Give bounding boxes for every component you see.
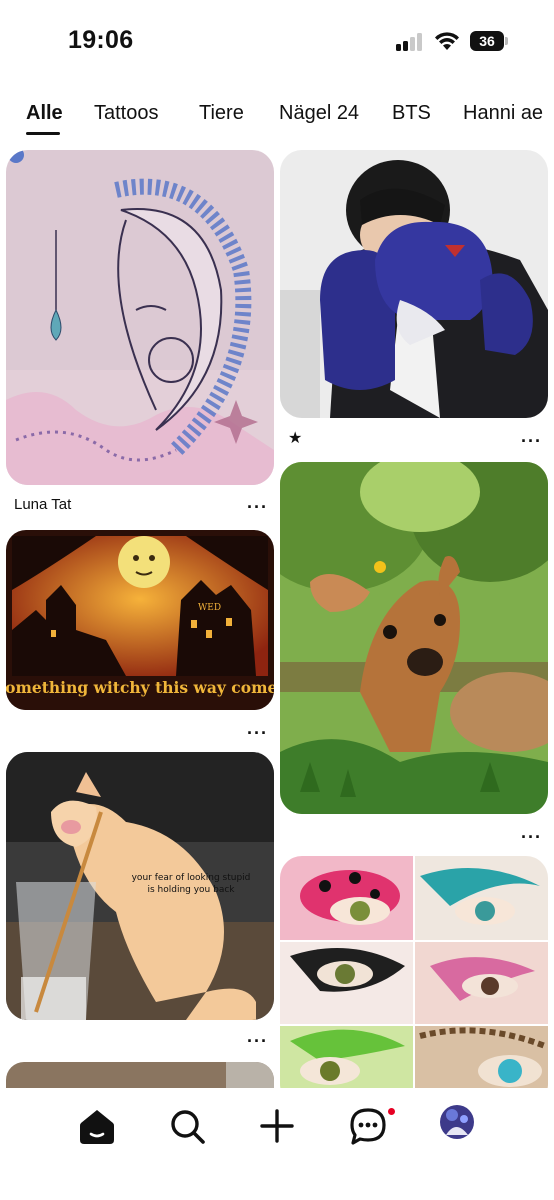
notification-badge <box>386 1106 397 1117</box>
search-tab[interactable] <box>165 1104 209 1148</box>
pin-kitten-quote[interactable]: your fear of looking stupid is holding y… <box>6 752 274 1020</box>
status-time: 19:06 <box>68 26 134 54</box>
home-tab[interactable] <box>75 1104 119 1148</box>
pin-feed[interactable]: Luna Tat ··· ★ ··· WED Something witchy … <box>0 150 554 1088</box>
profile-avatar[interactable] <box>440 1105 474 1139</box>
battery-level: 36 <box>470 31 504 51</box>
avatar <box>440 1105 474 1139</box>
more-options-button[interactable]: ··· <box>521 828 542 846</box>
moon-tattoo-image <box>6 150 274 485</box>
create-tab[interactable] <box>255 1104 299 1148</box>
witchy-poster-image: WED Something witchy this way comes <box>6 530 274 710</box>
eye-makeup-collage-image <box>280 856 548 1088</box>
category-tabs: Alle Tattoos Tiere Nägel 24 BTS Hanni ae <box>0 96 554 140</box>
tab-bts[interactable]: BTS <box>392 102 431 125</box>
plus-icon <box>260 1109 294 1143</box>
active-tab-indicator <box>26 132 60 135</box>
pin-moon-tattoo[interactable] <box>6 150 274 485</box>
tab-tattoos[interactable]: Tattoos <box>94 102 158 125</box>
more-options-button[interactable]: ··· <box>247 1032 268 1050</box>
pin-caption: Luna Tat <box>14 496 72 513</box>
wifi-icon <box>434 30 460 52</box>
more-options-button[interactable]: ··· <box>521 432 542 450</box>
witchy-poster-text: Something witchy this way comes <box>6 678 274 697</box>
star-icon: ★ <box>288 430 303 447</box>
pin-something-witchy[interactable]: WED Something witchy this way comes <box>6 530 274 710</box>
pin-boxing-gloves[interactable] <box>280 150 548 418</box>
home-icon <box>80 1110 114 1144</box>
pin-fawn[interactable] <box>280 462 548 814</box>
messages-tab[interactable] <box>346 1104 390 1148</box>
chat-icon <box>350 1108 386 1145</box>
bottom-navigation <box>0 1088 554 1200</box>
boxing-gloves-image <box>280 150 548 418</box>
pin-eye-makeup[interactable] <box>280 856 548 1088</box>
more-options-button[interactable]: ··· <box>247 724 268 742</box>
tab-alle[interactable]: Alle <box>26 102 63 125</box>
kitten-quote-line1: your fear of looking stupid <box>132 873 251 883</box>
battery-icon: 36 <box>470 31 508 51</box>
partial-pin-image <box>6 1062 274 1088</box>
tab-hanni-ae[interactable]: Hanni ae <box>463 102 543 125</box>
tab-naegel-24[interactable]: Nägel 24 <box>279 102 359 125</box>
witchy-sign-text: WED <box>198 603 221 613</box>
status-bar: 19:06 36 <box>0 0 554 84</box>
more-options-button[interactable]: ··· <box>247 498 268 516</box>
fawn-image <box>280 462 548 814</box>
search-icon <box>171 1110 205 1144</box>
kitten-image: your fear of looking stupid is holding y… <box>6 752 274 1020</box>
tab-tiere[interactable]: Tiere <box>199 102 244 125</box>
kitten-quote-line2: is holding you back <box>147 885 235 895</box>
pin-partial[interactable] <box>6 1062 274 1088</box>
signal-icon <box>396 33 424 51</box>
